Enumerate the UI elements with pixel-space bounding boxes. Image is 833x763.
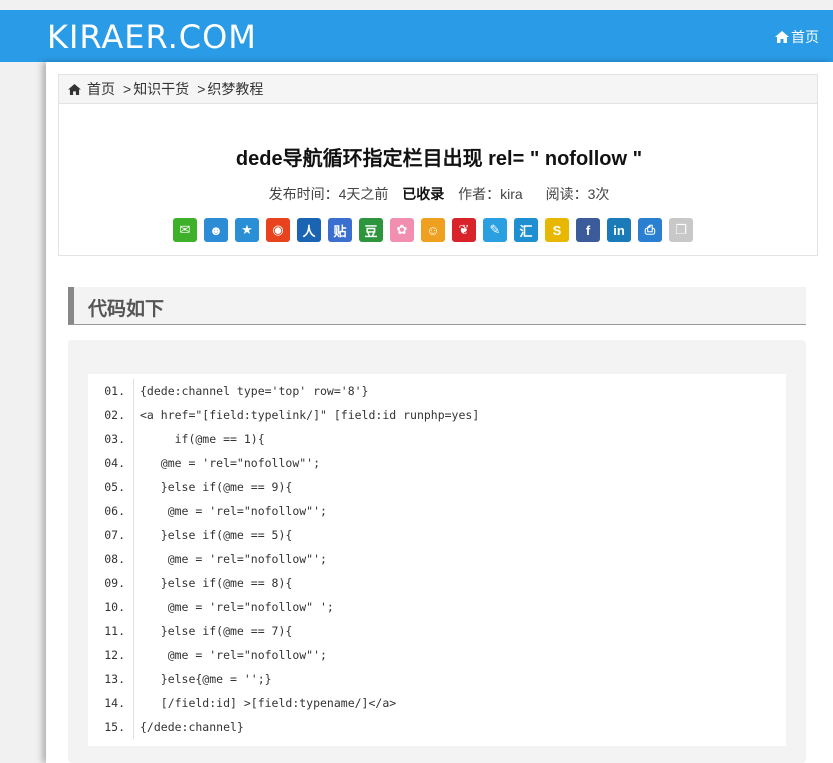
author-name[interactable]: kira bbox=[500, 186, 523, 202]
breadcrumb-home[interactable]: 首页 bbox=[87, 79, 115, 99]
code-text: @me = 'rel="nofollow" '; bbox=[140, 600, 334, 614]
code-line: 03. if(@me == 1){ bbox=[88, 427, 786, 451]
code-line: 04. @me = 'rel="nofollow"'; bbox=[88, 451, 786, 475]
code-line: 14. [/field:id] >[field:typename/]</a> bbox=[88, 691, 786, 715]
line-number: 03. bbox=[88, 427, 134, 451]
article-title: dede导航循环指定栏目出现 rel= " nofollow " bbox=[235, 148, 643, 170]
sohu-icon[interactable]: S bbox=[545, 218, 569, 242]
code-line: 10. @me = 'rel="nofollow" '; bbox=[88, 595, 786, 619]
code-text: }else if(@me == 8){ bbox=[140, 576, 293, 590]
code-text: @me = 'rel="nofollow"'; bbox=[140, 504, 327, 518]
section-title: 代码如下 bbox=[88, 299, 165, 320]
site-logo[interactable]: KIRAER.COM bbox=[47, 18, 257, 56]
line-number: 02. bbox=[88, 403, 134, 427]
line-number: 08. bbox=[88, 547, 134, 571]
section-heading: 代码如下 bbox=[68, 287, 806, 325]
code-text: @me = 'rel="nofollow"'; bbox=[140, 552, 327, 566]
article-meta: 发布时间：4天之前 已收录 作者：kira 阅读：3次 bbox=[59, 184, 819, 204]
tieba-icon[interactable]: 贴 bbox=[328, 218, 352, 242]
code-line: 12. @me = 'rel="nofollow"'; bbox=[88, 643, 786, 667]
article-page: 首页 > 知识干货 > 织梦教程 dede导航循环指定栏目出现 rel= " n… bbox=[46, 62, 833, 763]
breadcrumb-knowledge[interactable]: 知识干货 bbox=[133, 79, 189, 99]
code-line: 07. }else if(@me == 5){ bbox=[88, 523, 786, 547]
line-number: 10. bbox=[88, 595, 134, 619]
line-number: 11. bbox=[88, 619, 134, 643]
edit-icon[interactable]: ✎ bbox=[483, 218, 507, 242]
code-line: 06. @me = 'rel="nofollow"'; bbox=[88, 499, 786, 523]
wechat-icon[interactable]: ✉ bbox=[173, 218, 197, 242]
site-header: KIRAER.COM 首页 bbox=[0, 10, 833, 62]
author-label: 作者： bbox=[458, 186, 501, 202]
home-nav-label: 首页 bbox=[791, 29, 819, 45]
reads-label: 阅读： bbox=[545, 186, 588, 202]
line-number: 06. bbox=[88, 499, 134, 523]
line-number: 09. bbox=[88, 571, 134, 595]
copy-icon[interactable]: ❐ bbox=[669, 218, 693, 242]
line-number: 14. bbox=[88, 691, 134, 715]
home-icon bbox=[68, 83, 81, 95]
code-text: }else if(@me == 5){ bbox=[140, 528, 293, 542]
weibo-icon[interactable]: ◉ bbox=[266, 218, 290, 242]
code-line: 13. }else{@me = '';} bbox=[88, 667, 786, 691]
author: 作者：kira bbox=[458, 186, 523, 202]
code-line: 02. <a href="[field:typelink/]" [field:id… bbox=[88, 403, 786, 427]
code-line: 11. }else if(@me == 7){ bbox=[88, 619, 786, 643]
line-number: 07. bbox=[88, 523, 134, 547]
code-text: {dede:channel type='top' row='8'} bbox=[140, 384, 369, 398]
code-text: @me = 'rel="nofollow"'; bbox=[140, 648, 327, 662]
facebook-icon[interactable]: f bbox=[576, 218, 600, 242]
code-text: <a href="[field:typelink/]" [field:id ru… bbox=[140, 408, 480, 422]
breadcrumb-dede-tutorial[interactable]: 织梦教程 bbox=[207, 79, 263, 99]
renren-icon[interactable]: 人 bbox=[297, 218, 321, 242]
qq-icon[interactable]: ☻ bbox=[204, 218, 228, 242]
top-strip bbox=[0, 0, 833, 10]
indexed-badge[interactable]: 已收录 bbox=[402, 186, 444, 202]
code-text: {/dede:channel} bbox=[140, 720, 244, 734]
code-text: }else{@me = '';} bbox=[140, 672, 272, 686]
code-line: 08. @me = 'rel="nofollow"'; bbox=[88, 547, 786, 571]
publish-label: 发布时间： bbox=[268, 186, 339, 202]
code-text: @me = 'rel="nofollow"'; bbox=[140, 456, 321, 470]
code-text: }else if(@me == 9){ bbox=[140, 480, 293, 494]
reads-value: 3次 bbox=[587, 186, 610, 202]
line-number: 01. bbox=[88, 379, 134, 403]
linkedin-icon[interactable]: in bbox=[607, 218, 631, 242]
line-number: 15. bbox=[88, 715, 134, 739]
article-header: dede导航循环指定栏目出现 rel= " nofollow " 发布时间：4天… bbox=[58, 104, 818, 256]
flower-icon[interactable]: ✿ bbox=[390, 218, 414, 242]
breadcrumb: 首页 > 知识干货 > 织梦教程 bbox=[58, 74, 818, 104]
code-block[interactable]: 01. {dede:channel type='top' row='8'} 02. <… bbox=[88, 374, 786, 746]
code-text: [/field:id] >[field:typename/]</a> bbox=[140, 696, 397, 710]
line-number: 05. bbox=[88, 475, 134, 499]
code-line: 09. }else if(@me == 8){ bbox=[88, 571, 786, 595]
print-icon[interactable]: ⎙ bbox=[638, 218, 662, 242]
breadcrumb-separator: > bbox=[123, 81, 132, 97]
code-text: }else if(@me == 7){ bbox=[140, 624, 293, 638]
publish-time: 发布时间：4天之前 bbox=[269, 186, 389, 202]
read-count: 阅读：3次 bbox=[546, 186, 610, 202]
code-block-container: 01. {dede:channel type='top' row='8'} 02. <… bbox=[68, 340, 806, 763]
home-nav-link[interactable]: 首页 bbox=[775, 27, 819, 47]
code-line: 05. }else if(@me == 9){ bbox=[88, 475, 786, 499]
code-line: 15. {/dede:channel} bbox=[88, 715, 786, 739]
line-number: 13. bbox=[88, 667, 134, 691]
code-line: 01. {dede:channel type='top' row='8'} bbox=[88, 379, 786, 403]
publish-value: 4天之前 bbox=[338, 186, 389, 202]
line-number: 12. bbox=[88, 643, 134, 667]
kaixin-icon[interactable]: ☺ bbox=[421, 218, 445, 242]
netease-icon[interactable]: ❦ bbox=[452, 218, 476, 242]
code-text: if(@me == 1){ bbox=[140, 432, 265, 446]
home-icon bbox=[775, 31, 789, 43]
douban-icon[interactable]: 豆 bbox=[359, 218, 383, 242]
qzone-icon[interactable]: ★ bbox=[235, 218, 259, 242]
line-number: 04. bbox=[88, 451, 134, 475]
hui-icon[interactable]: 汇 bbox=[514, 218, 538, 242]
breadcrumb-separator: > bbox=[197, 81, 206, 97]
share-bar: ✉ ☻ ★ ◉ 人贴豆 ✿ ☺ ❦ ✎ 汇 Sf in ⎙ ❐ bbox=[173, 218, 693, 242]
